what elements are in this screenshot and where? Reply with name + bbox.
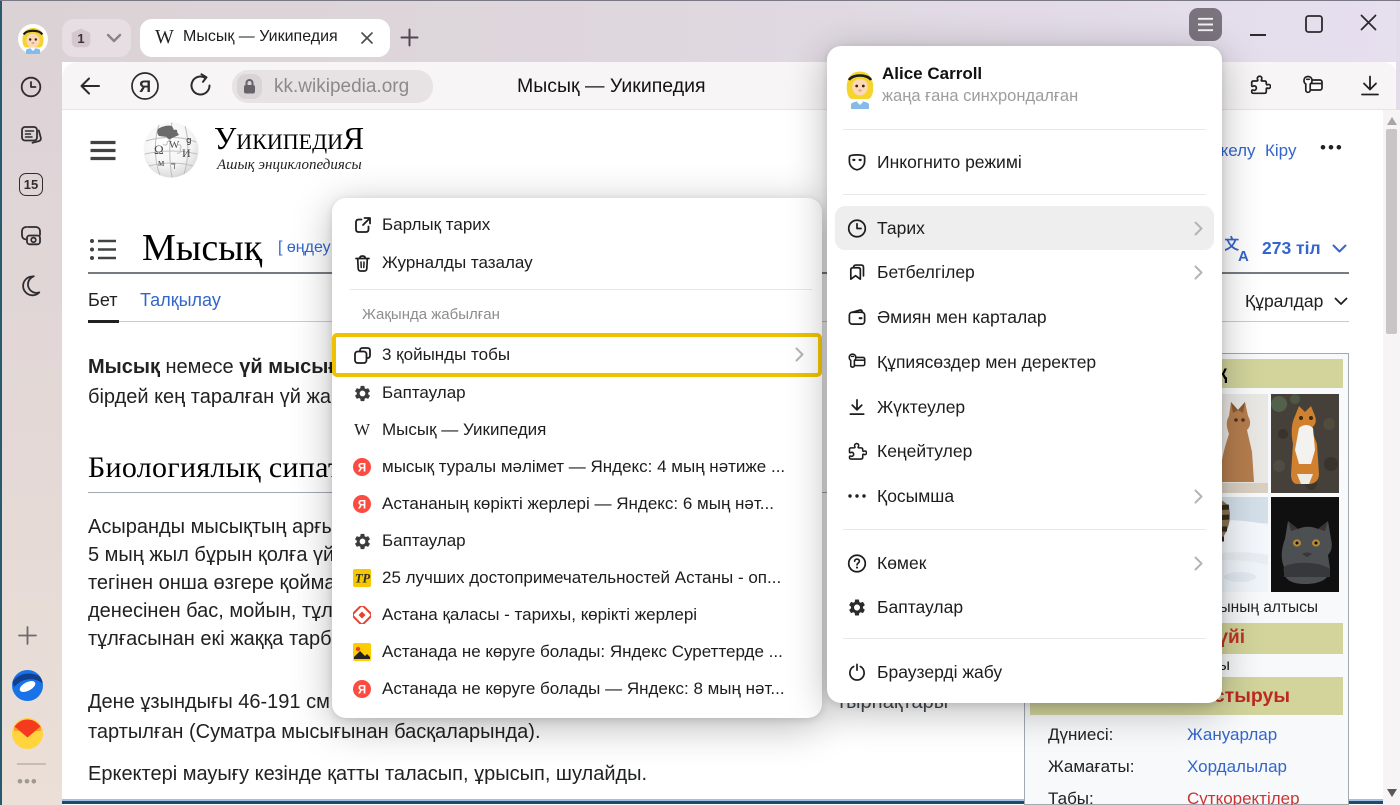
svg-text:м: м <box>158 158 165 169</box>
svg-text:А: А <box>1238 248 1249 262</box>
svg-text:W: W <box>169 139 180 151</box>
svg-text:И: И <box>182 146 191 160</box>
svg-text:ד: ד <box>171 161 176 172</box>
svg-text:Я: Я <box>358 684 366 696</box>
svg-text:Я: Я <box>139 78 151 96</box>
svg-text:TP: TP <box>355 572 371 586</box>
svg-text:Я: Я <box>358 499 366 511</box>
svg-text:Ω: Ω <box>154 142 164 157</box>
svg-text:Я: Я <box>358 462 366 474</box>
svg-text:ց: ց <box>186 135 192 145</box>
svg-text:1: 1 <box>77 31 84 46</box>
